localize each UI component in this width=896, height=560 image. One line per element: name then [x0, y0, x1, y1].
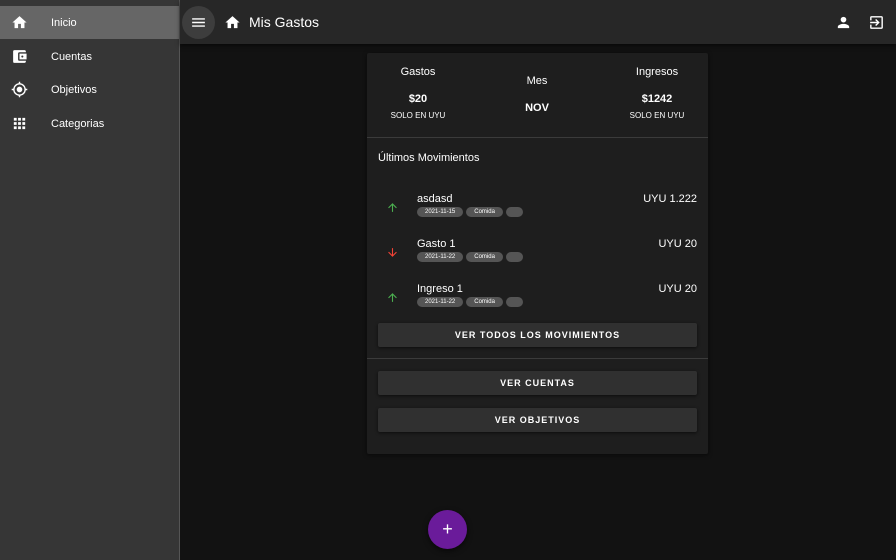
logout-icon[interactable] — [868, 14, 885, 31]
ingresos-summary: Ingresos $1242 SOLO EN UYU — [607, 66, 707, 120]
divider — [367, 137, 708, 138]
gastos-sub: SOLO EN UYU — [390, 111, 446, 120]
movement-item[interactable]: Ingreso 1 UYU 20 2021-11-22 Comida — [378, 283, 697, 323]
home-icon[interactable] — [224, 14, 241, 31]
mes-value: NOV — [525, 102, 549, 114]
menu-button[interactable] — [182, 6, 215, 39]
movement-item[interactable]: Gasto 1 UYU 20 2021-11-22 Comida — [378, 238, 697, 278]
sidebar-item-cuentas[interactable]: Cuentas — [0, 40, 179, 73]
mes-title: Mes — [526, 75, 548, 87]
arrow-up-icon — [388, 293, 397, 302]
empty-chip — [505, 297, 523, 307]
movements-title: Últimos Movimientos — [378, 152, 480, 164]
top-app-bar: Mis Gastos — [180, 0, 896, 44]
ingresos-sub: SOLO EN UYU — [629, 111, 685, 120]
ingresos-value: $1242 — [641, 93, 673, 105]
date-chip: 2021-11-22 — [417, 252, 464, 262]
movement-chips: 2021-11-22 Comida — [417, 252, 523, 262]
plus-icon: + — [442, 519, 453, 539]
category-chip: Comida — [466, 297, 503, 307]
category-chip: Comida — [466, 252, 503, 262]
movement-amount: UYU 20 — [658, 283, 697, 295]
target-icon — [11, 81, 28, 98]
gastos-title: Gastos — [400, 66, 436, 78]
sidebar: Inicio Cuentas Objetivos Categorias — [0, 0, 180, 560]
sidebar-item-label: Inicio — [51, 16, 77, 29]
arrow-down-icon — [388, 248, 397, 257]
view-all-movements-button[interactable]: VER TODOS LOS MOVIMIENTOS — [378, 323, 697, 347]
movement-name: asdasd — [417, 193, 453, 205]
dashboard-card: Gastos $20 SOLO EN UYU Mes NOV Ingresos … — [367, 53, 708, 454]
date-chip: 2021-11-15 — [417, 207, 464, 217]
ingresos-title: Ingresos — [635, 66, 679, 78]
home-icon — [12, 16, 27, 29]
view-goals-button[interactable]: VER OBJETIVOS — [378, 408, 697, 432]
movement-amount: UYU 1.222 — [643, 193, 697, 205]
menu-icon — [192, 18, 205, 27]
movement-name: Ingreso 1 — [417, 283, 463, 295]
grid-icon — [13, 117, 26, 130]
arrow-up-icon — [388, 203, 397, 212]
wallet-icon — [13, 50, 27, 63]
sidebar-item-objetivos[interactable]: Objetivos — [0, 73, 179, 106]
mes-summary: Mes NOV — [487, 75, 587, 114]
movement-item[interactable]: asdasd UYU 1.222 2021-11-15 Comida — [378, 193, 697, 233]
sidebar-item-label: Categorias — [51, 117, 105, 130]
sidebar-item-inicio[interactable]: Inicio — [0, 6, 179, 39]
gastos-value: $20 — [408, 93, 428, 105]
category-chip: Comida — [466, 207, 503, 217]
page-title: Mis Gastos — [249, 14, 320, 30]
movement-chips: 2021-11-15 Comida — [417, 207, 523, 217]
user-icon[interactable] — [835, 14, 852, 31]
movement-amount: UYU 20 — [658, 238, 697, 250]
empty-chip — [505, 252, 523, 262]
date-chip: 2021-11-22 — [417, 297, 464, 307]
sidebar-item-categorias[interactable]: Categorias — [0, 107, 179, 140]
sidebar-item-label: Cuentas — [51, 50, 92, 63]
add-movement-fab[interactable]: + — [428, 510, 467, 549]
movement-chips: 2021-11-22 Comida — [417, 297, 523, 307]
movement-name: Gasto 1 — [417, 238, 456, 250]
empty-chip — [505, 207, 523, 217]
gastos-summary: Gastos $20 SOLO EN UYU — [368, 66, 468, 120]
view-accounts-button[interactable]: VER CUENTAS — [378, 371, 697, 395]
divider — [367, 358, 708, 359]
sidebar-item-label: Objetivos — [51, 83, 97, 96]
